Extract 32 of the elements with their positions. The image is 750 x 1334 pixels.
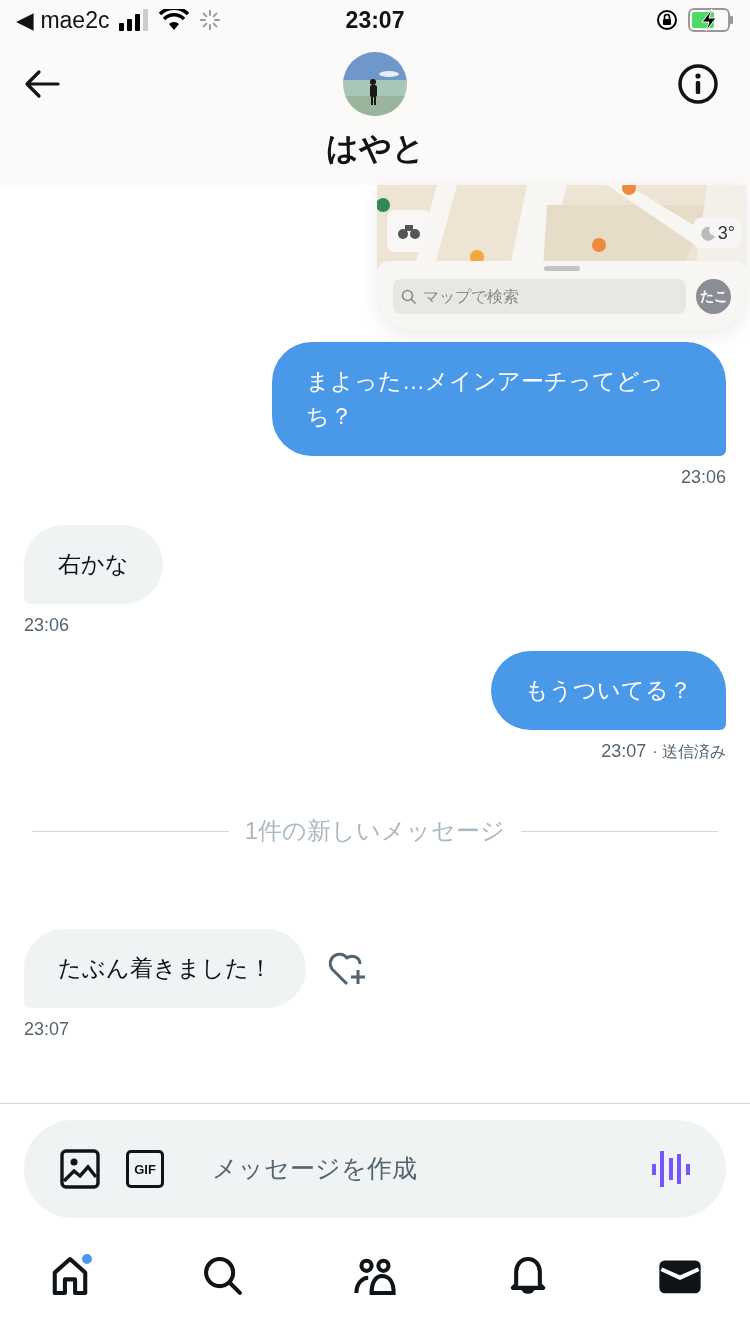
back-arrow-icon [24,69,60,99]
message-bubble: まよった…メインアーチってどっち？ [272,342,726,456]
message-time: 23:07 [24,1018,70,1041]
gif-button[interactable]: GIF [126,1150,164,1188]
message-time: 23:07 [601,740,647,763]
moon-icon [699,225,716,241]
battery-icon [688,8,734,32]
info-button[interactable] [676,62,720,106]
sheet-grabber [544,266,580,271]
message-composer[interactable]: GIF メッセージを作成 [24,1120,726,1218]
binoculars-icon [397,222,421,240]
binoculars-button[interactable] [387,210,431,252]
message-time: 23:06 [680,466,726,489]
rotation-lock-icon [656,9,678,31]
message-time: 23:06 [24,614,70,637]
delivery-status: · 送信済み [652,741,726,762]
info-icon [677,63,719,105]
voice-wave-icon[interactable] [652,1149,690,1189]
message-input[interactable]: メッセージを作成 [212,1150,626,1188]
weather-chip: 3° [693,218,741,248]
signal-icon [119,9,150,31]
contact-name: はやと [325,129,425,168]
message-bubble: 右かな [24,525,163,604]
back-to-app-link[interactable]: ◀ mae2c [16,2,110,38]
wifi-icon [159,9,190,31]
image-icon[interactable] [60,1149,100,1189]
message-bubble: もうついてる？ [491,651,726,730]
loading-icon [199,9,222,31]
new-messages-divider-label: 1件の新しいメッセージ [244,816,506,846]
search-icon [401,288,417,305]
message-bubble: たぶん着きました！ [24,929,306,1008]
clock: 23:07 [345,5,405,35]
